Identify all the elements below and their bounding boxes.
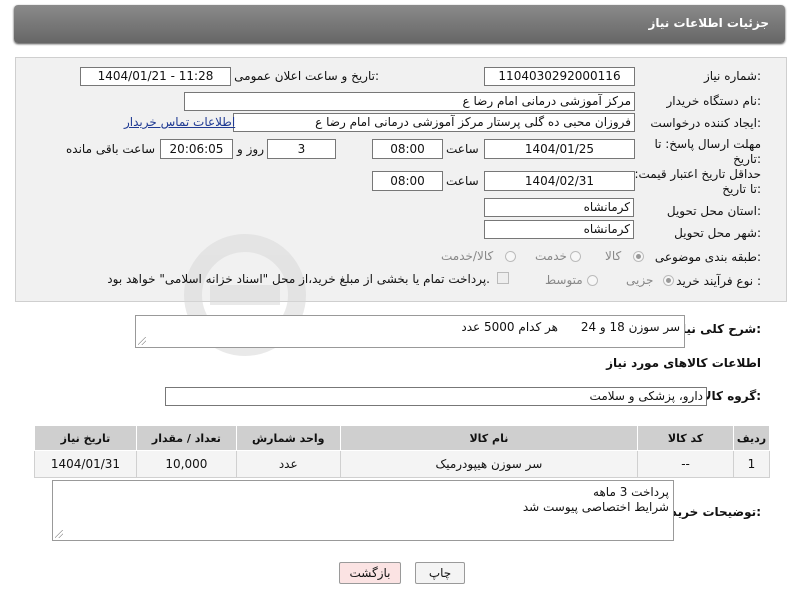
province-label: استان محل تحویل: [666, 204, 761, 218]
process-type-label: نوع فرآیند خرید : [676, 274, 761, 288]
col-need-date: تاریخ نیاز [34, 425, 137, 451]
buyer-note-line-1: پرداخت 3 ماهه [593, 485, 669, 499]
summary-label: شرح کلی نیاز: [675, 322, 761, 336]
province-field: کرمانشاه [484, 198, 634, 217]
goods-table-header: تاریخ نیاز تعداد / مقدار واحد شمارش نام … [34, 425, 771, 451]
category-radio-service[interactable] [570, 251, 581, 262]
page-title: جزئیات اطلاعات نیاز [648, 16, 769, 30]
resize-grip-icon[interactable] [138, 337, 146, 345]
category-label: طبقه بندی موضوعی: [654, 250, 761, 264]
process-radio-medium[interactable] [587, 275, 598, 286]
col-row: ردیف [732, 425, 771, 451]
remaining-time-field: 20:06:05 [160, 139, 233, 159]
cell-item-name: سر سوزن هیپودرمیک [339, 450, 639, 478]
category-option-goods: کالا [605, 249, 622, 263]
buyer-contact-link[interactable]: اطلاعات تماس خریدار [124, 115, 235, 129]
need-number-field: 1104030292000116 [484, 67, 635, 86]
remaining-time-label: ساعت باقی مانده [66, 142, 156, 156]
goods-group-field: دارو، پزشکی و سلامت [165, 387, 707, 406]
goods-group-label: گروه کالا: [702, 389, 761, 403]
table-row: 1404/01/31 10,000 عدد سر سوزن هیپودرمیک … [34, 450, 771, 478]
price-validity-time: 08:00 [372, 171, 443, 191]
price-validity-date: 1404/02/31 [484, 171, 635, 191]
process-option-medium: متوسط [545, 273, 583, 287]
price-validity-time-label: ساعت [446, 174, 479, 188]
buyer-org-field: مرکز آموزشی درمانی امام رضا ع [184, 92, 635, 111]
cell-quantity: 10,000 [135, 450, 237, 478]
city-label: شهر محل تحویل: [674, 226, 761, 240]
cell-unit: عدد [235, 450, 341, 478]
print-button[interactable]: چاپ [415, 562, 465, 584]
reply-deadline-date: 1404/01/25 [484, 139, 635, 159]
title-bar: جزئیات اطلاعات نیاز [14, 5, 785, 43]
cell-row: 1 [732, 450, 771, 478]
category-option-service: خدمت [535, 249, 567, 263]
goods-table: تاریخ نیاز تعداد / مقدار واحد شمارش نام … [34, 425, 771, 478]
reply-deadline-time: 08:00 [372, 139, 443, 159]
category-radio-goods[interactable] [633, 251, 644, 262]
goods-section-title: اطلاعات کالاهای مورد نیاز [606, 356, 761, 370]
cell-item-code: -- [637, 450, 734, 478]
creator-label: ایجاد کننده درخواست: [650, 116, 761, 130]
reply-days-label: روز و [237, 142, 264, 156]
process-radio-minor[interactable] [663, 275, 674, 286]
category-option-goods-service: کالا/خدمت [441, 249, 494, 263]
reply-days-field: 3 [267, 139, 336, 159]
buyer-note-line-2: شرایط اختصاصی پیوست شد [522, 500, 669, 514]
process-option-minor: جزیی [626, 273, 654, 287]
treasury-payment-note: پرداخت تمام یا بخشی از مبلغ خرید،از محل … [107, 272, 490, 286]
announce-datetime-field: 1404/01/21 - 11:28 [80, 67, 231, 86]
buyer-org-label: نام دستگاه خریدار: [666, 94, 762, 108]
buyer-notes-field: پرداخت 3 ماهه شرایط اختصاصی پیوست شد [52, 480, 674, 541]
announce-datetime-label: تاریخ و ساعت اعلان عمومی: [234, 69, 379, 83]
col-quantity: تعداد / مقدار [135, 425, 237, 451]
city-field: کرمانشاه [484, 220, 634, 239]
need-number-label: شماره نیاز: [703, 69, 761, 83]
reply-time-label: ساعت [446, 142, 479, 156]
col-item-name: نام کالا [339, 425, 639, 451]
category-radio-goods-service[interactable] [505, 251, 516, 262]
treasury-checkbox[interactable] [497, 272, 509, 284]
reply-deadline-label: مهلت ارسال پاسخ: تا تاریخ: [654, 137, 761, 166]
price-validity-label: حداقل تاریخ اعتبار قیمت: تا تاریخ: [634, 167, 761, 196]
summary-field: سر سوزن 18 و 24 هر کدام 5000 عدد [135, 315, 685, 348]
buyer-notes-label: توضیحات خریدار: [659, 505, 761, 519]
col-item-code: کد کالا [637, 425, 734, 451]
resize-grip-icon[interactable] [55, 530, 63, 538]
back-button[interactable]: بازگشت [339, 562, 401, 584]
cell-need-date: 1404/01/31 [34, 450, 137, 478]
creator-field: فروزان محبی ده گلی پرستار مرکز آموزشی در… [233, 113, 635, 132]
summary-text: سر سوزن 18 و 24 هر کدام 5000 عدد [461, 320, 680, 334]
col-unit: واحد شمارش [235, 425, 341, 451]
